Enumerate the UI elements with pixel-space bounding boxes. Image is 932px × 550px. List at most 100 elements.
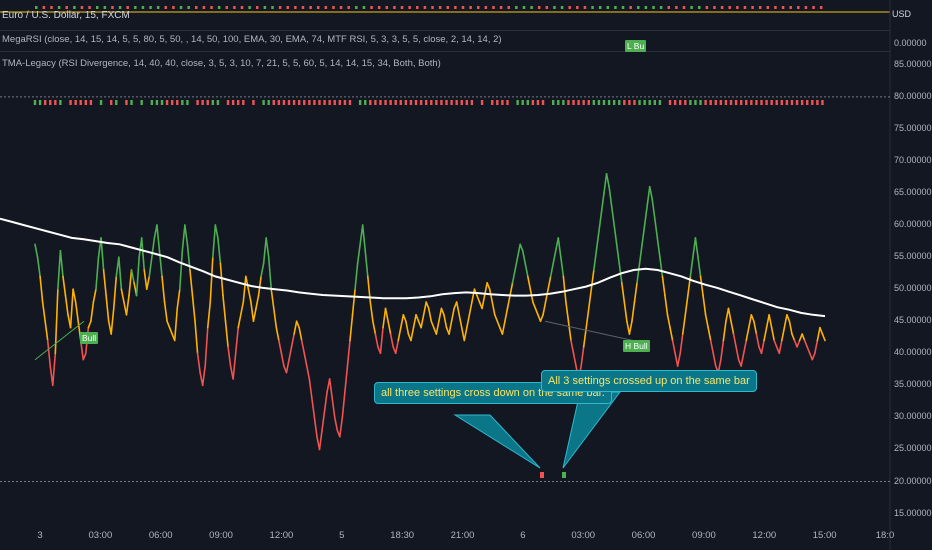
signal-marker [760, 100, 763, 105]
rsi-segment [206, 301, 212, 329]
rsi-segment [181, 224, 186, 252]
rsi-segment [265, 237, 270, 258]
rsi-segment [242, 275, 247, 303]
rsi-segment [745, 326, 750, 342]
rsi-segment [763, 326, 768, 342]
rsi-segment [120, 288, 125, 303]
rsi-segment [572, 352, 577, 367]
rsi-segment [600, 192, 605, 214]
signal-marker [49, 100, 52, 105]
signal-marker [607, 100, 611, 105]
signal-marker [618, 100, 621, 105]
signal-marker [592, 100, 596, 105]
rsi-segment [257, 275, 262, 297]
signal-marker [501, 100, 504, 105]
rsi-segment [557, 237, 562, 258]
rsi-segment [455, 301, 461, 316]
callout-pointer-down [453, 414, 541, 469]
rsi-segment [46, 339, 52, 367]
signal-marker [267, 100, 270, 105]
rsi-segment [699, 275, 704, 297]
signal-marker [750, 100, 753, 105]
rsi-segment [623, 301, 628, 323]
rsi-segment [742, 339, 748, 355]
rsi-segment [747, 314, 753, 329]
rsi-segment [613, 224, 618, 246]
cross-up-marker [562, 472, 566, 478]
rsi-segment [750, 314, 755, 323]
rsi-segment [214, 224, 219, 239]
signal-marker [170, 100, 174, 105]
rsi-segment [224, 320, 229, 348]
rsi-segment [547, 275, 552, 291]
rsi-segment [491, 301, 496, 316]
signal-marker [389, 100, 392, 105]
signal-marker [755, 100, 758, 105]
bull-label: Bull [80, 332, 99, 344]
signal-marker [602, 100, 606, 105]
signal-marker [186, 100, 189, 105]
rsi-segment [156, 224, 161, 252]
rsi-segment [560, 256, 565, 278]
y-tick-label: 70.00000 [894, 154, 932, 165]
rsi-segment [565, 301, 570, 323]
signal-marker [404, 100, 408, 105]
rsi-segment [278, 339, 283, 355]
x-tick-label: 5 [339, 530, 345, 541]
signal-marker [201, 100, 204, 105]
rsi-segment [300, 339, 306, 355]
bull-label-top: L Bu [625, 40, 647, 52]
signal-marker [89, 100, 93, 105]
rsi-segment [730, 320, 735, 335]
rsi-segment [333, 416, 339, 432]
rsi-segment [125, 294, 130, 316]
rsi-segment [443, 314, 448, 329]
signal-marker [252, 100, 255, 105]
rsi-segment [402, 314, 407, 323]
signal-marker [582, 100, 585, 105]
signal-marker [419, 100, 423, 105]
signal-marker [739, 100, 743, 105]
signal-marker [821, 100, 824, 105]
rsi-segment [534, 307, 539, 316]
signal-marker [633, 100, 636, 105]
rsi-segment [796, 339, 801, 348]
rsi-segment [176, 288, 181, 310]
rsi-segment [194, 320, 199, 355]
rsi-segment [168, 326, 173, 335]
signal-marker [694, 100, 697, 105]
rsi-segment [145, 275, 151, 291]
signal-marker [709, 100, 712, 105]
y-tick-label: 40.00000 [894, 347, 932, 358]
signal-marker [379, 100, 382, 105]
x-tick-label: 6 [520, 530, 526, 541]
rsi-segment [727, 307, 732, 323]
rsi-segment [311, 397, 316, 419]
rsi-segment [143, 269, 148, 291]
signal-marker [323, 100, 326, 105]
rsi-segment [666, 314, 671, 329]
rsi-segment [288, 346, 293, 361]
rsi-segment [427, 307, 433, 323]
rsi-segment [239, 301, 245, 316]
rsi-segment [562, 275, 567, 303]
signal-marker [125, 100, 128, 105]
rsi-segment [704, 314, 709, 329]
y-tick-label: 15.00000 [894, 507, 932, 518]
rsi-segment [397, 326, 402, 342]
signal-marker [531, 100, 535, 105]
rsi-segment [476, 294, 481, 303]
hidden-divergence-line [544, 320, 634, 341]
x-tick-label: 09:00 [209, 530, 233, 541]
rsi-segment [598, 211, 603, 233]
rsi-segment [702, 294, 707, 316]
rsi-segment [544, 288, 549, 303]
rsi-segment [62, 275, 67, 297]
signal-marker [262, 100, 265, 105]
signal-marker [679, 100, 682, 105]
rsi-segment [509, 281, 514, 297]
rsi-segment [161, 275, 166, 303]
rsi-segment [814, 339, 819, 355]
rsi-segment [689, 256, 694, 278]
signal-marker [196, 100, 199, 105]
